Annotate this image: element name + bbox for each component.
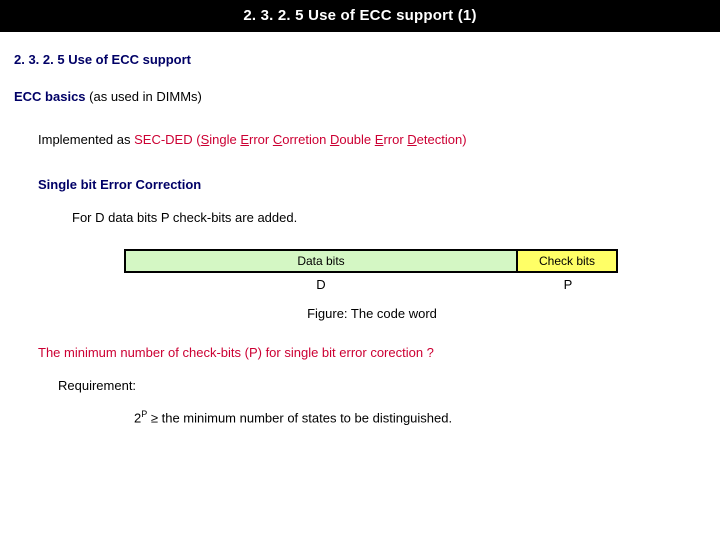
check-bits-box: Check bits [518, 249, 618, 273]
slide-content: 2. 3. 2. 5 Use of ECC support ECC basics… [0, 32, 720, 425]
impl-prefix: Implemented as [38, 132, 134, 147]
codeword-figure: Data bits Check bits D P Figure: The cod… [124, 249, 620, 321]
for-d-line: For D data bits P check-bits are added. [72, 210, 706, 225]
impl-etection: etection [417, 132, 463, 147]
ecc-basics-note: (as used in DIMMs) [86, 89, 202, 104]
min-checkbits-line: The minimum number of check-bits (P) for… [38, 345, 706, 360]
data-bits-label: Data bits [297, 254, 344, 268]
impl-d: D [330, 132, 339, 147]
ecc-basics-line: ECC basics (as used in DIMMs) [14, 89, 706, 104]
single-bit-title: Single bit Error Correction [38, 177, 706, 192]
ecc-basics-label: ECC basics [14, 89, 86, 104]
section-title: 2. 3. 2. 5 Use of ECC support [14, 52, 706, 67]
impl-orretion: orretion [282, 132, 330, 147]
codeword-row: Data bits Check bits [124, 249, 620, 273]
impl-ingle: ingle [209, 132, 240, 147]
figure-caption: Figure: The code word [124, 306, 620, 321]
impl-rror1: rror [249, 132, 273, 147]
d-label: D [124, 277, 518, 292]
impl-e1: E [240, 132, 249, 147]
check-bits-label: Check bits [539, 254, 595, 268]
impl-rror2: rror [383, 132, 407, 147]
header-title: 2. 3. 2. 5 Use of ECC support (1) [243, 7, 476, 24]
impl-s: S [201, 132, 210, 147]
slide-header: 2. 3. 2. 5 Use of ECC support (1) [0, 0, 720, 32]
impl-c: C [273, 132, 282, 147]
requirement-label: Requirement: [58, 378, 706, 393]
impl-acronym: SEC-DED [134, 132, 193, 147]
impl-close: ) [462, 132, 466, 147]
implemented-as-line: Implemented as SEC-DED (Single Error Cor… [38, 132, 706, 147]
formula-rest: ≥ the minimum number of states to be dis… [147, 410, 452, 425]
p-label: P [518, 277, 618, 292]
requirement-formula: 2P ≥ the minimum number of states to be … [134, 409, 706, 425]
impl-d2: D [407, 132, 416, 147]
dp-row: D P [124, 277, 620, 292]
impl-ouble: ouble [339, 132, 374, 147]
data-bits-box: Data bits [124, 249, 518, 273]
